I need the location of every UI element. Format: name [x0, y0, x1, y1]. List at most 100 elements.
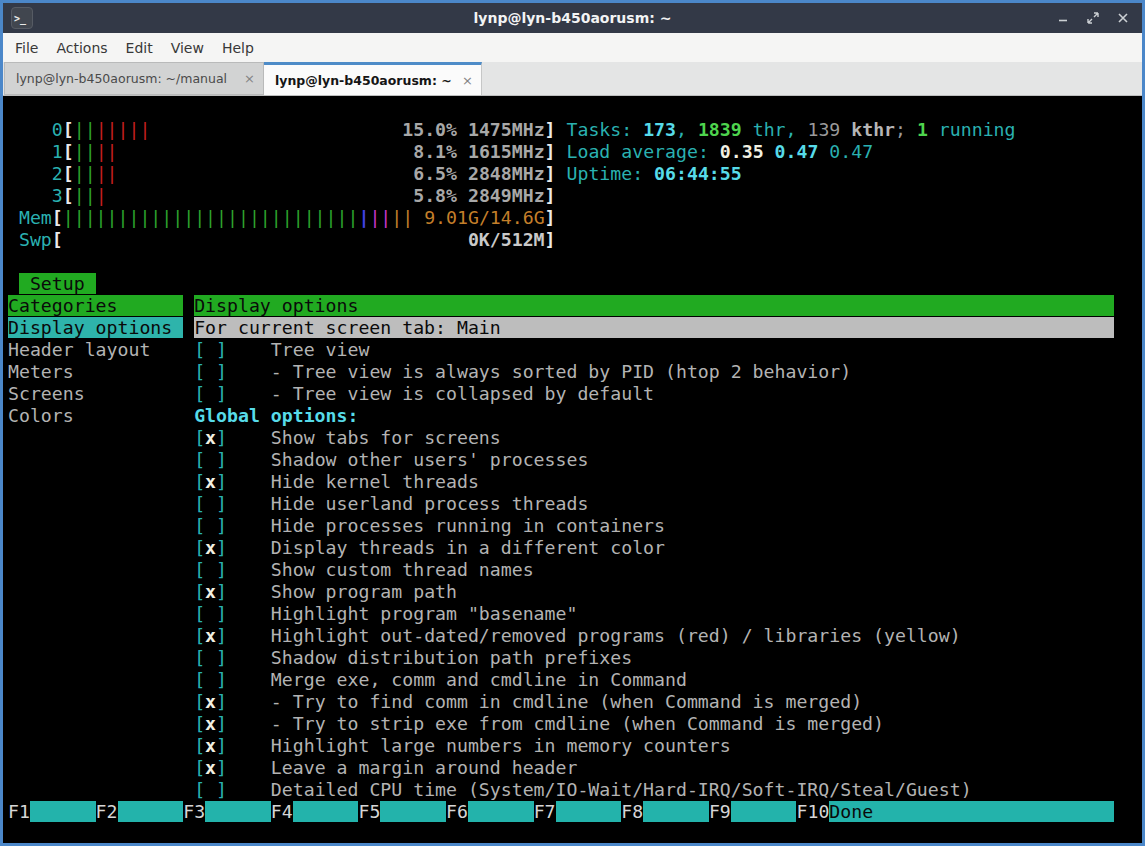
checkbox-highlight-outdated[interactable]: [ [194, 625, 205, 646]
f3-action[interactable] [205, 801, 271, 822]
f5-key[interactable]: F5 [358, 801, 380, 822]
categories-panel-header: Categories [8, 295, 183, 316]
checkbox-tree-sorted[interactable]: [ [194, 361, 205, 382]
option-label-margin-header[interactable]: Leave a margin around header [271, 757, 578, 778]
f3-key[interactable]: F3 [183, 801, 205, 822]
tasks-label: Tasks: [567, 119, 644, 140]
f9-key[interactable]: F9 [709, 801, 731, 822]
mem-bar-buffers: | [358, 207, 369, 228]
option-label-merge-exe[interactable]: Merge exe, comm and cmdline in Command [271, 669, 687, 690]
option-label-show-tabs[interactable]: Show tabs for screens [271, 427, 501, 448]
option-label-find-comm[interactable]: - Try to find comm in cmdline (when Comm… [271, 691, 862, 712]
checkbox-program-path[interactable]: [ [194, 581, 205, 602]
checkbox-highlight-basename[interactable]: [ [194, 603, 205, 624]
option-label-tree-sorted[interactable]: - Tree view is always sorted by PID (hto… [271, 361, 851, 382]
option-label-hide-kernel[interactable]: Hide kernel threads [271, 471, 479, 492]
category-display-options[interactable]: Display options [8, 317, 183, 338]
checkbox-thread-names[interactable]: [ [194, 559, 205, 580]
f7-key[interactable]: F7 [534, 801, 556, 822]
cpu1-bar-normal: || [74, 141, 96, 162]
checkbox-find-comm[interactable]: [ [194, 691, 205, 712]
uptime-value: 06:44:55 [654, 163, 742, 184]
checkbox-shadow-paths[interactable]: [ [194, 647, 205, 668]
option-label-shadow-users[interactable]: Shadow other users' processes [271, 449, 589, 470]
terminal-screen[interactable]: 0[||||||| 15.0% 1475MHz] Tasks: 173, 183… [3, 96, 1142, 843]
menu-file[interactable]: File [6, 40, 47, 56]
f8-action[interactable] [643, 801, 709, 822]
checkbox-show-tabs[interactable]: [ [194, 427, 205, 448]
f6-action[interactable] [468, 801, 534, 822]
category-colors[interactable]: Colors [8, 405, 74, 426]
kthreads-count: 139 [807, 119, 851, 140]
f5-action[interactable] [380, 801, 446, 822]
option-label-threads-color[interactable]: Display threads in a different color [271, 537, 665, 558]
f6-key[interactable]: F6 [446, 801, 468, 822]
option-label-tree-view[interactable]: Tree view [271, 339, 370, 360]
minimize-button[interactable] [1056, 11, 1070, 25]
uptime-label: Uptime: [567, 163, 655, 184]
option-label-highlight-outdated[interactable]: Highlight out-dated/removed programs (re… [271, 625, 961, 646]
option-row-threads-color: [x] Display threads in a different color [8, 537, 1142, 559]
cpu2-meter-row: 2[|||| 6.5% 2848MHz] Uptime: 06:44:55 [8, 163, 1142, 185]
option-label-thread-names[interactable]: Show custom thread names [271, 559, 534, 580]
menu-help[interactable]: Help [213, 40, 263, 56]
category-meters[interactable]: Meters [8, 361, 74, 382]
option-row-detailed-cpu: [ ] Detailed CPU time (System/IO-Wait/Ha… [8, 779, 1142, 801]
f10-action-done[interactable]: Done [829, 801, 873, 822]
mem-label: Mem [19, 207, 52, 228]
checkbox-shadow-users[interactable]: [ [194, 449, 205, 470]
checkbox-tree-view[interactable]: [ [194, 339, 205, 360]
option-label-hide-containers[interactable]: Hide processes running in containers [271, 515, 665, 536]
checkbox-tree-collapsed[interactable]: [ [194, 383, 205, 404]
tab-home[interactable]: lynp@lyn-b450aorusm: ~ × [264, 62, 482, 95]
f8-key[interactable]: F8 [621, 801, 643, 822]
window-title: lynp@lyn-b450aorusm: ~ [3, 10, 1142, 26]
titlebar[interactable]: >_ lynp@lyn-b450aorusm: ~ [3, 3, 1142, 33]
option-label-highlight-numbers[interactable]: Highlight large numbers in memory counte… [271, 735, 731, 756]
option-label-strip-exe[interactable]: - Try to strip exe from cmdline (when Co… [271, 713, 884, 734]
f4-key[interactable]: F4 [271, 801, 293, 822]
option-label-hide-userland[interactable]: Hide userland process threads [271, 493, 589, 514]
f9-action[interactable] [731, 801, 797, 822]
mem-bar-used: ||||||||||||||||||||||||||| [63, 207, 359, 228]
menu-view[interactable]: View [162, 40, 213, 56]
option-label-shadow-paths[interactable]: Shadow distribution path prefixes [271, 647, 632, 668]
category-header-layout[interactable]: Header layout [8, 339, 150, 360]
menu-edit[interactable]: Edit [117, 40, 162, 56]
mem-bar-shared: || [369, 207, 391, 228]
option-row-tree-view: Header layout [ ] Tree view [8, 339, 1142, 361]
checkbox-threads-color[interactable]: [ [194, 537, 205, 558]
f7-action[interactable] [556, 801, 622, 822]
f10-key[interactable]: F10 [796, 801, 829, 822]
mem-meter-row: Mem[|||||||||||||||||||||||||||||||| 9.0… [8, 207, 1142, 229]
checkbox-hide-userland[interactable]: [ [194, 493, 205, 514]
close-button[interactable] [1116, 11, 1130, 25]
checkbox-detailed-cpu[interactable]: [ [194, 779, 205, 800]
checkbox-hide-containers[interactable]: [ [194, 515, 205, 536]
checkbox-hide-kernel[interactable]: [ [194, 471, 205, 492]
checkbox-merge-exe[interactable]: [ [194, 669, 205, 690]
checkbox-highlight-numbers[interactable]: [ [194, 735, 205, 756]
f1-key[interactable]: F1 [8, 801, 30, 822]
option-label-detailed-cpu[interactable]: Detailed CPU time (System/IO-Wait/Hard-I… [271, 779, 972, 800]
mem-value: 9.01G/14.6G [424, 207, 544, 228]
option-label-program-path[interactable]: Show program path [271, 581, 457, 602]
setup-tab[interactable]: Setup [19, 273, 96, 294]
tab-manual[interactable]: lynp@lyn-b450aorusm: ~/manual × [4, 62, 264, 95]
option-label-highlight-basename[interactable]: Highlight program "basename" [271, 603, 578, 624]
option-row-program-path: [x] Show program path [8, 581, 1142, 603]
menu-actions[interactable]: Actions [47, 40, 116, 56]
f2-action[interactable] [118, 801, 184, 822]
checkbox-margin-header[interactable]: [ [194, 757, 205, 778]
option-row-shadow-users: [ ] Shadow other users' processes [8, 449, 1142, 471]
restore-button[interactable] [1086, 11, 1100, 25]
f4-action[interactable] [293, 801, 359, 822]
tab-close-icon[interactable]: × [456, 73, 473, 88]
option-label-tree-collapsed[interactable]: - Tree view is collapsed by default [271, 383, 654, 404]
category-screens[interactable]: Screens [8, 383, 85, 404]
checkbox-strip-exe[interactable]: [ [194, 713, 205, 734]
f1-action[interactable] [30, 801, 96, 822]
tab-close-icon[interactable]: × [238, 71, 255, 86]
load-average-label: Load average: [567, 141, 720, 162]
f2-key[interactable]: F2 [96, 801, 118, 822]
